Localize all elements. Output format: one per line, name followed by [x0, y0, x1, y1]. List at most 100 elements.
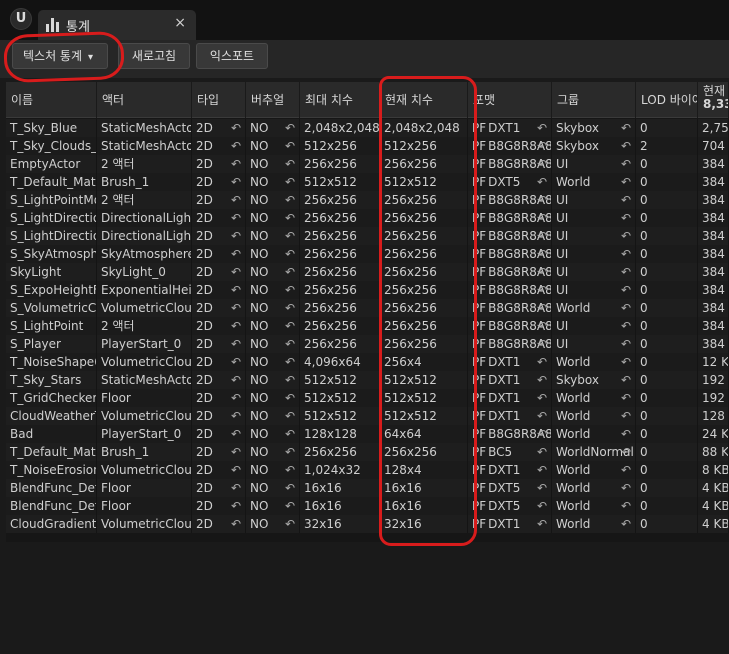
cell-name: CloudGradientTex [6, 515, 97, 533]
reset-arrow-icon: ↶ [536, 301, 547, 315]
header-lod-bias[interactable]: LOD 바이어스 [636, 82, 698, 118]
header-current-size[interactable]: 현재 치수 [380, 82, 468, 118]
reset-arrow-icon: ↶ [536, 499, 547, 513]
reset-arrow-icon: ↶ [230, 445, 241, 459]
empty-area [0, 542, 729, 654]
cell-current-memory: 384 K [698, 263, 729, 281]
cell-type: 2D ↶ [192, 389, 246, 407]
cell-name: T_NoiseErosion [6, 461, 97, 479]
cell-current-size: 16x16 [380, 479, 468, 497]
table-row[interactable]: T_Default_MaterialBrush_12D↶NO↶256x25625… [6, 443, 729, 461]
reset-arrow-icon: ↶ [284, 265, 295, 279]
header-current-memory[interactable]: 현재8,33 [698, 82, 729, 118]
reset-arrow-icon: ↶ [536, 265, 547, 279]
chevron-down-icon: ▾ [88, 52, 94, 63]
refresh-button[interactable]: 새로고침 [118, 43, 190, 69]
format-value: DXT5 [488, 175, 521, 189]
close-icon[interactable]: × [174, 15, 186, 31]
cell-format: PF B8G8R8A8 ↶ [468, 137, 552, 155]
cell-max-size: 256x256 [300, 299, 380, 317]
stats-type-dropdown[interactable]: 텍스처 통계 ▾ [12, 43, 108, 69]
table-row[interactable]: EmptyActor 2 액터 2D ↶ NO ↶ 256x256 256x256 PF B8G8… [6, 155, 729, 173]
header-name[interactable]: 이름 [6, 82, 97, 118]
cell-max-size: 256x256 [300, 317, 380, 335]
cell-current-memory: 24 KE [698, 425, 729, 443]
reset-arrow-icon: ↶ [284, 481, 295, 495]
table-row[interactable]: S_Player PlayerStart_0 2D ↶ NO ↶ 256x256 256x25… [6, 335, 729, 353]
reset-arrow-icon: ↶ [230, 355, 241, 369]
cell-max-size: 512x512 [300, 371, 380, 389]
cell-group: Skybox ↶ [552, 137, 636, 155]
table-row[interactable]: S_ExpoHeightFogExponentialHeightFog2D↶NO… [6, 281, 729, 299]
cell-max-size: 128x128 [300, 425, 380, 443]
table-row[interactable]: S_LightPointMove2 액터2D↶NO↶256x256256x256… [6, 191, 729, 209]
cell-current-size: 256x256 [380, 227, 468, 245]
cell-virtual: NO ↶ [246, 425, 300, 443]
cell-actor: ExponentialHeightFog [97, 281, 192, 299]
reset-arrow-icon: ↶ [620, 193, 631, 207]
header-actor[interactable]: 액터 [97, 82, 192, 118]
reset-arrow-icon: ↶ [284, 211, 295, 225]
table-row[interactable]: S_LightDirectionalDirectionalLight2D↶NO↶… [6, 227, 729, 245]
cell-lod-bias: 0 [636, 443, 698, 461]
table-row[interactable]: CloudGradientTexVolumetricCloud2D↶NO↶32x… [6, 515, 729, 533]
cell-max-size: 512x256 [300, 137, 380, 155]
unreal-logo-icon[interactable]: U [10, 8, 32, 30]
cell-type: 2D ↶ [192, 353, 246, 371]
cell-lod-bias: 0 [636, 425, 698, 443]
cell-type: 2D ↶ [192, 497, 246, 515]
table-row[interactable]: T_GridChecker_ Floor 2D ↶ NO ↶ 512x512 512x512 P… [6, 389, 729, 407]
format-prefix: PF [472, 211, 487, 225]
cell-group: UI ↶ [552, 263, 636, 281]
reset-arrow-icon: ↶ [620, 121, 631, 135]
cell-virtual: NO ↶ [246, 353, 300, 371]
cell-lod-bias: 0 [636, 407, 698, 425]
cell-lod-bias: 0 [636, 461, 698, 479]
reset-arrow-icon: ↶ [284, 193, 295, 207]
header-max-size[interactable]: 최대 치수 [300, 82, 380, 118]
cell-actor: VolumetricCloud [97, 515, 192, 533]
table-row[interactable]: Bad PlayerStart_0 2D ↶ NO ↶ 128x128 64x64 PF B8G8… [6, 425, 729, 443]
table-row[interactable]: T_Sky_Stars StaticMeshActor 2D ↶ NO ↶ 512x512 5… [6, 371, 729, 389]
cell-current-memory: 4 KB [698, 479, 729, 497]
cell-name: S_ExpoHeightFog [6, 281, 97, 299]
cell-current-memory: 192 K [698, 371, 729, 389]
table-row[interactable]: T_Default_MaterialBrush_12D↶NO↶512x51251… [6, 173, 729, 191]
cell-group: World ↶ [552, 353, 636, 371]
cell-virtual: NO ↶ [246, 263, 300, 281]
cell-type: 2D ↶ [192, 425, 246, 443]
table-row[interactable]: S_LightPoint 2 액터 2D ↶ NO ↶ 256x256 256x256 PF B8… [6, 317, 729, 335]
format-prefix: PF [472, 229, 487, 243]
table-row[interactable]: CloudWeatherTexVolumetricCloud2D↶NO↶512x… [6, 407, 729, 425]
header-group[interactable]: 그룹 [552, 82, 636, 118]
reset-arrow-icon: ↶ [230, 481, 241, 495]
table-row[interactable]: S_LightDirectionalDirectionalLight2D↶NO↶… [6, 209, 729, 227]
cell-lod-bias: 0 [636, 335, 698, 353]
table-row[interactable]: T_Sky_Blue StaticMeshActor 2D ↶ NO ↶ 2,048x2,0… [6, 119, 729, 137]
header-virtual[interactable]: 버추얼 [246, 82, 300, 118]
export-button[interactable]: 익스포트 [196, 43, 268, 69]
cell-name: T_Sky_Clouds_M [6, 137, 97, 155]
table-row[interactable]: T_NoiseShape6 VolumetricCloud 2D ↶ NO ↶ 4,096x… [6, 353, 729, 371]
cell-current-size: 512x512 [380, 389, 468, 407]
table-row[interactable]: T_NoiseErosion VolumetricCloud 2D ↶ NO ↶ 1,024… [6, 461, 729, 479]
cell-name: CloudWeatherTex [6, 407, 97, 425]
cell-format: PF DXT5 ↶ [468, 173, 552, 191]
reset-arrow-icon: ↶ [620, 373, 631, 387]
header-type[interactable]: 타입 [192, 82, 246, 118]
table-row[interactable]: SkyLight SkyLight_0 2D ↶ NO ↶ 256x256 256x256 PF… [6, 263, 729, 281]
table-row[interactable]: T_Sky_Clouds_MStaticMeshActor2D↶NO↶512x2… [6, 137, 729, 155]
table-row[interactable]: S_SkyAtmosphereSkyAtmosphere2D↶NO↶256x25… [6, 245, 729, 263]
table-row[interactable]: BlendFunc_DefaultFloor2D↶NO↶16x1616x16PF… [6, 479, 729, 497]
cell-virtual: NO ↶ [246, 497, 300, 515]
header-format[interactable]: 포맷 [468, 82, 552, 118]
reset-arrow-icon: ↶ [284, 319, 295, 333]
reset-arrow-icon: ↶ [620, 265, 631, 279]
tab-statistics[interactable]: 통계 × [38, 10, 196, 40]
reset-arrow-icon: ↶ [536, 139, 547, 153]
cell-virtual: NO ↶ [246, 137, 300, 155]
table-row[interactable]: S_VolumetricCloudVolumetricCloud2D↶NO↶25… [6, 299, 729, 317]
table-row[interactable]: BlendFunc_DefaultFloor2D↶NO↶16x1616x16PF… [6, 497, 729, 515]
cell-type: 2D ↶ [192, 173, 246, 191]
cell-current-memory: 384 K [698, 209, 729, 227]
